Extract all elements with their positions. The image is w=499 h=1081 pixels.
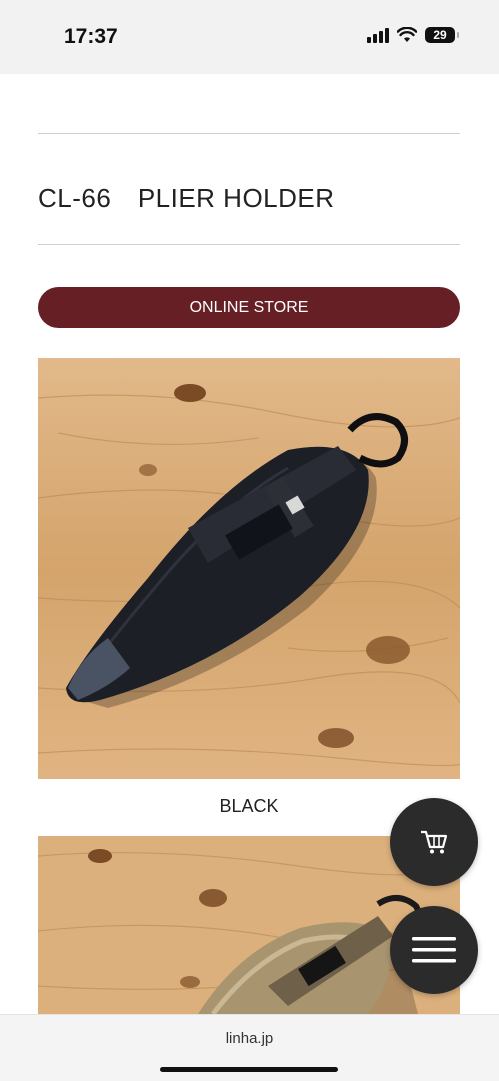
wifi-icon [397, 27, 417, 42]
battery-icon: 29 [425, 27, 459, 43]
page-title: CL-66 PLIER HOLDER [38, 183, 335, 213]
divider [38, 133, 460, 134]
cart-button[interactable] [390, 798, 478, 886]
browser-address-bar[interactable]: linha.jp [0, 1014, 499, 1081]
status-bar: 17:37 29 [0, 0, 499, 74]
online-store-button[interactable]: ONLINE STORE [38, 287, 460, 328]
image-caption: BLACK [219, 796, 279, 816]
product-image-black[interactable] [38, 358, 460, 779]
online-store-button-label: ONLINE STORE [189, 298, 309, 316]
cellular-signal-icon [367, 27, 389, 43]
cart-icon [421, 830, 448, 854]
status-icons: 29 [367, 27, 459, 43]
divider [38, 244, 460, 245]
status-time: 17:37 [64, 25, 118, 48]
url-text[interactable]: linha.jp [0, 1030, 499, 1047]
menu-button[interactable] [390, 906, 478, 994]
home-indicator[interactable] [160, 1067, 338, 1072]
hamburger-menu-icon [412, 937, 456, 963]
battery-level: 29 [433, 28, 447, 42]
